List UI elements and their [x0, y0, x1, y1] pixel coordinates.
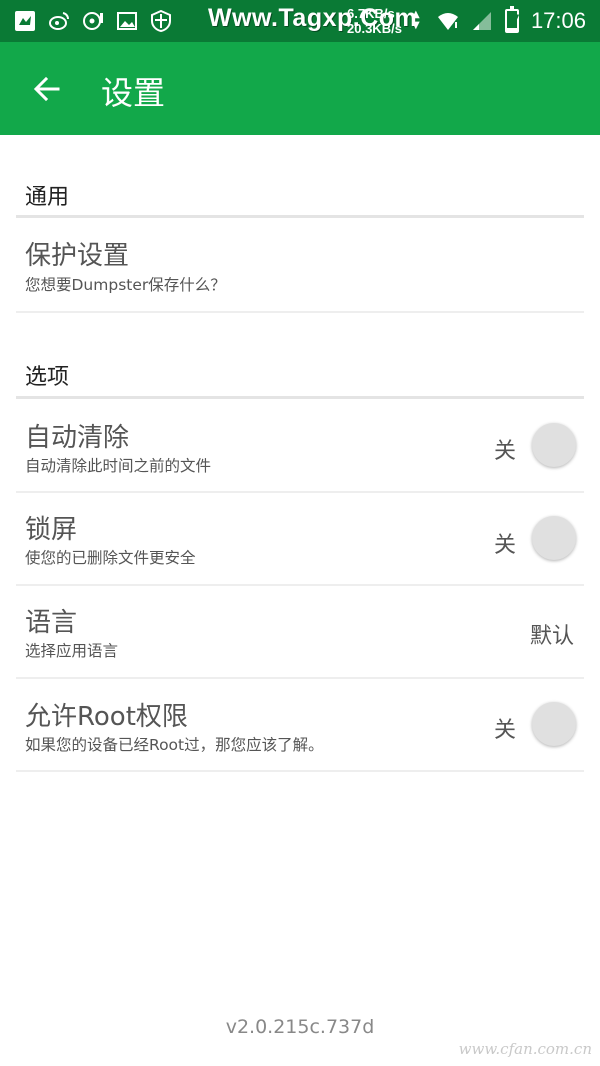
section-header-general: 通用 — [25, 185, 70, 210]
pref-state-label: 关 — [493, 533, 516, 558]
wifi-icon — [437, 10, 459, 32]
pref-summary: 如果您的设备已经Root过，那您应该了解。 — [25, 736, 324, 754]
network-speed: 6.7KB/s 20.3KB/s — [347, 6, 402, 36]
auto-clean-toggle[interactable] — [532, 423, 576, 467]
status-bar: Www.Tagxp.Com 6.7KB/s 20.3KB/s ▲ ▼ 17 17:… — [0, 0, 600, 42]
section-header-options: 选项 — [25, 365, 70, 390]
back-button[interactable] — [24, 66, 70, 112]
item-divider — [16, 770, 584, 772]
pref-title: 语言 — [25, 608, 78, 638]
data-arrows-icon: ▲ ▼ — [412, 9, 420, 31]
pref-title: 允许Root权限 — [25, 702, 188, 732]
shield-icon — [150, 10, 172, 32]
pref-summary: 使您的已删除文件更安全 — [25, 549, 196, 567]
pref-state-label: 关 — [493, 718, 516, 743]
pref-language[interactable]: 语言 选择应用语言 默认 — [0, 586, 600, 678]
pref-auto-clean[interactable]: 自动清除 自动清除此时间之前的文件 关 — [0, 399, 600, 491]
speed-up: 6.7KB/s — [347, 6, 395, 21]
pref-title: 自动清除 — [25, 423, 130, 453]
image-icon — [116, 10, 138, 32]
pref-lock-screen[interactable]: 锁屏 使您的已删除文件更安全 关 — [0, 493, 600, 585]
signal-icon — [471, 10, 493, 32]
item-divider — [16, 311, 584, 313]
pref-state-label: 关 — [493, 439, 516, 464]
lock-screen-toggle[interactable] — [532, 516, 576, 560]
battery-level-text: 17 — [506, 14, 520, 24]
pref-protection-settings[interactable]: 保护设置 您想要Dumpster保存什么？ — [0, 218, 600, 310]
pref-summary: 自动清除此时间之前的文件 — [25, 457, 212, 475]
pref-summary: 选择应用语言 — [25, 642, 119, 660]
weibo-icon — [48, 10, 70, 32]
version-label: v2.0.215c.737d — [225, 1016, 375, 1038]
page-title: 设置 — [101, 74, 166, 112]
app-bar: 设置 — [0, 42, 600, 135]
pref-summary: 您想要Dumpster保存什么？ — [25, 276, 226, 294]
pref-title: 锁屏 — [25, 515, 78, 545]
pref-title: 保护设置 — [25, 241, 130, 271]
media-icon — [82, 10, 104, 32]
bird-notification-icon — [14, 10, 36, 32]
corner-watermark: www.cfan.com.cn — [458, 1040, 592, 1058]
status-bar-notifications — [14, 8, 172, 34]
pref-allow-root[interactable]: 允许Root权限 如果您的设备已经Root过，那您应该了解。 关 — [0, 679, 600, 771]
arrow-left-icon — [33, 76, 60, 102]
status-bar-system: 17 17:06 — [437, 6, 586, 36]
clock: 17:06 — [530, 8, 586, 33]
allow-root-toggle[interactable] — [532, 702, 576, 746]
battery-fill — [506, 27, 517, 31]
speed-down: 20.3KB/s — [347, 21, 402, 36]
battery-icon: 17 — [504, 6, 520, 33]
pref-state-label: 默认 — [529, 624, 574, 649]
